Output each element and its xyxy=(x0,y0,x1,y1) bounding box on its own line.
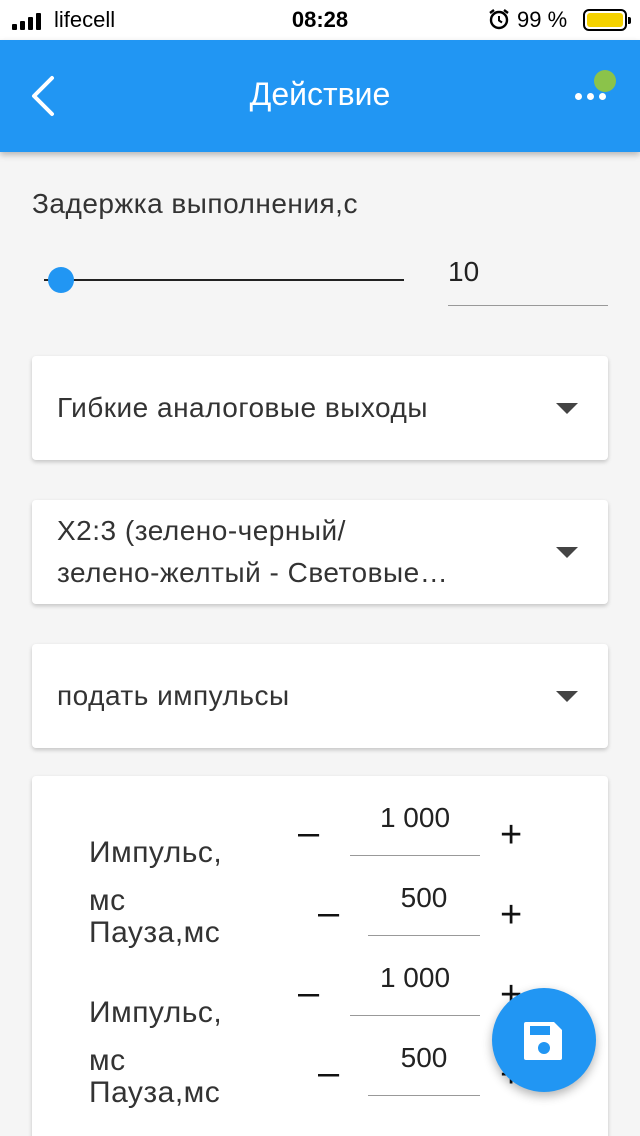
pulse-2-field[interactable]: 1 000 xyxy=(350,962,480,1016)
connection-status-dot xyxy=(594,70,616,92)
dropdown-value: подать импульсы xyxy=(57,680,290,711)
dropdown-value-line-2: зелено-желтый - Световые… xyxy=(57,557,449,588)
dropdown-arrow-icon xyxy=(556,691,578,702)
save-button[interactable] xyxy=(492,988,596,1092)
more-horizontal-icon xyxy=(575,93,582,100)
pulse-label: Импульс, xyxy=(89,836,223,869)
pause-label: Пауза,мс xyxy=(89,916,221,949)
pause-1-decrement-button[interactable]: – xyxy=(318,894,339,932)
dropdown-arrow-icon xyxy=(556,403,578,414)
more-dot xyxy=(599,93,606,100)
action-dropdown[interactable]: подать импульсы xyxy=(32,644,608,748)
page-title: Действие xyxy=(249,76,391,112)
pause-label: Пауза,мс xyxy=(89,1076,221,1109)
pulse-label: Импульс, xyxy=(89,996,223,1029)
pulse-1-field[interactable]: 1 000 xyxy=(350,802,480,856)
pulse-2-decrement-button[interactable]: – xyxy=(298,974,319,1012)
slider-track xyxy=(44,279,404,281)
more-dot xyxy=(587,93,594,100)
save-icon xyxy=(524,1022,562,1060)
pause-2-decrement-button[interactable]: – xyxy=(318,1054,339,1092)
pulse-1-decrement-button[interactable]: – xyxy=(298,814,319,852)
dropdown-value-line-1: X2:3 (зелено-черный/ xyxy=(57,515,346,546)
battery-icon xyxy=(583,9,631,31)
delay-slider[interactable] xyxy=(44,264,404,296)
output-channel-dropdown[interactable]: X2:3 (зелено-черный/ зелено-желтый - Све… xyxy=(32,500,608,604)
pause-1-increment-button[interactable]: + xyxy=(500,896,522,934)
delay-input[interactable]: 10 xyxy=(448,252,608,306)
slider-thumb[interactable] xyxy=(48,267,74,293)
app-bar: Действие xyxy=(0,40,640,152)
pause-1-field[interactable]: 500 xyxy=(368,882,480,936)
battery-percent: 99 % xyxy=(517,7,568,32)
dropdown-value: Гибкие аналоговые выходы xyxy=(57,392,428,423)
pause-2-field[interactable]: 500 xyxy=(368,1042,480,1096)
alarm-icon xyxy=(487,7,511,37)
delay-label: Задержка выполнения,с xyxy=(32,188,358,219)
output-type-dropdown[interactable]: Гибкие аналоговые выходы xyxy=(32,356,608,460)
status-bar: lifecell 08:28 99 % xyxy=(0,0,640,40)
dropdown-arrow-icon xyxy=(556,547,578,558)
pulse-1-increment-button[interactable]: + xyxy=(500,816,522,854)
